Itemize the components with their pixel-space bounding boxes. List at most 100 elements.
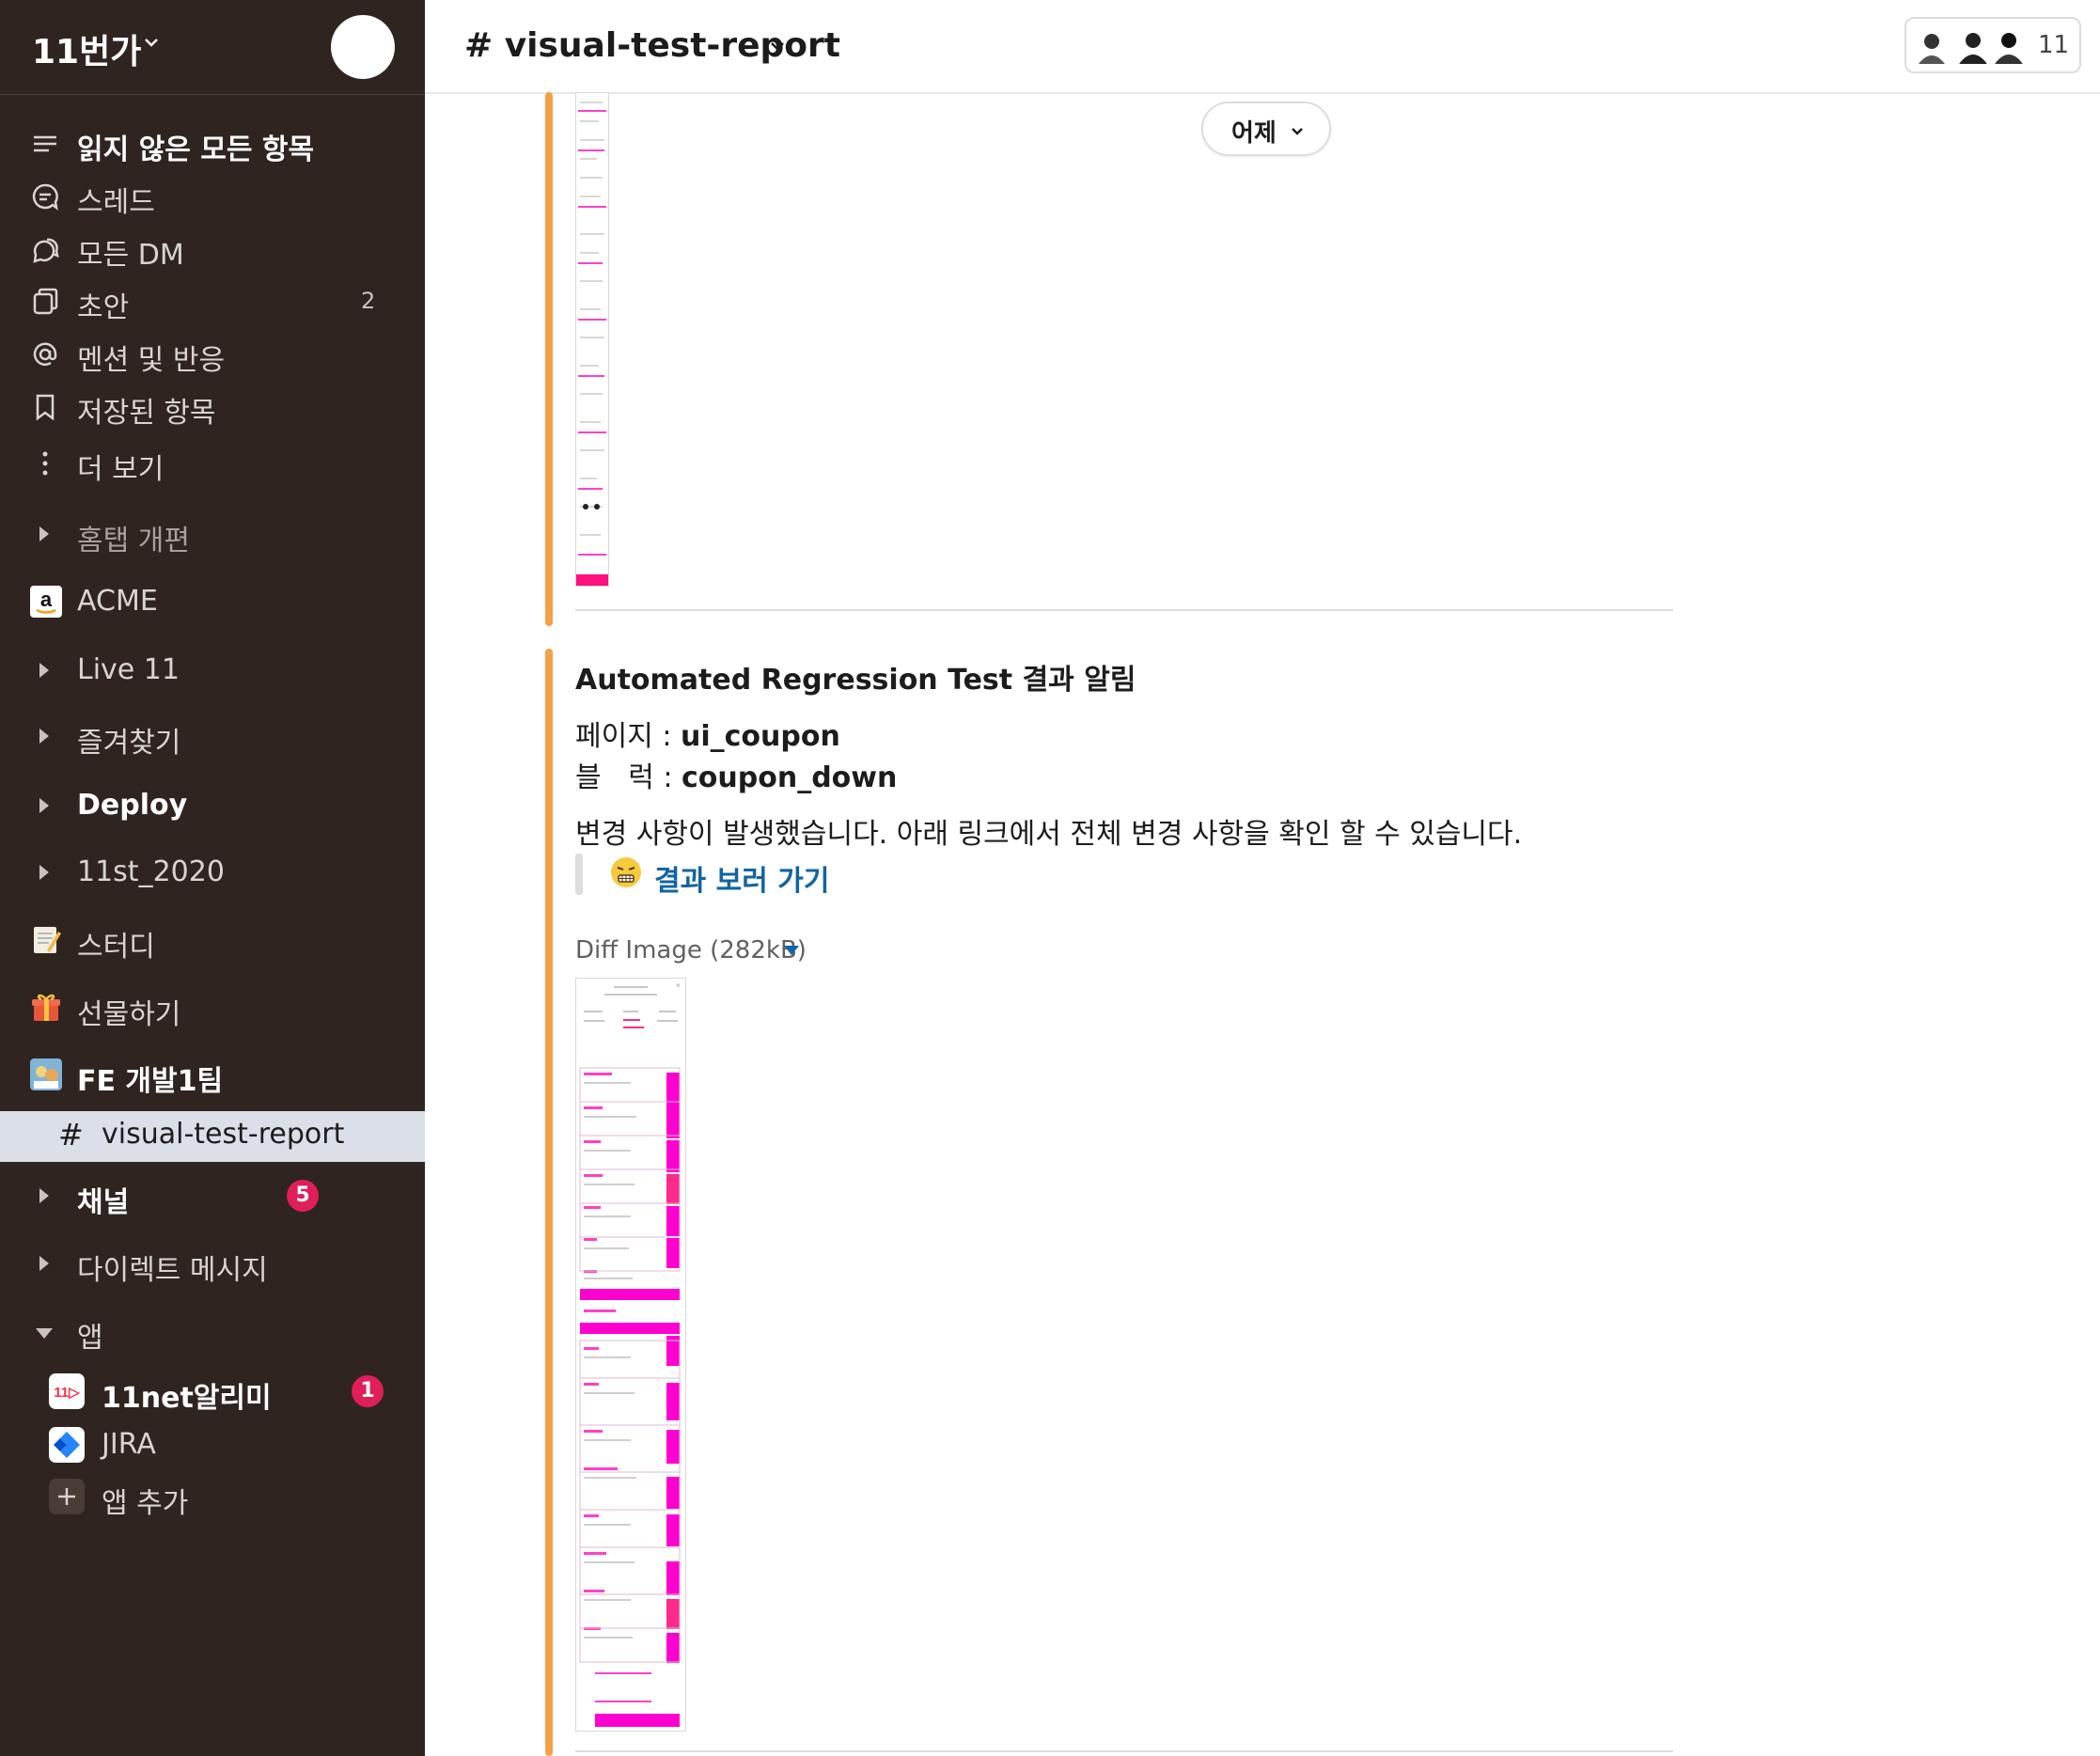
- caret-right-icon[interactable]: [39, 663, 49, 678]
- sidebar-item-label: 스레드: [77, 186, 155, 219]
- section-label: 홈탭 개편: [77, 525, 190, 557]
- block-key: 블 럭 :: [575, 761, 682, 794]
- section-live11[interactable]: Live 11: [0, 647, 425, 694]
- sidebar-item-all-dms[interactable]: 모든 DM: [0, 225, 425, 272]
- block-line: 블 럭 : coupon_down: [575, 754, 897, 795]
- member-count: 11: [2038, 31, 2070, 59]
- sidebar-item-label: 모든 DM: [77, 239, 184, 272]
- sidebar-item-label: 초안: [77, 291, 130, 324]
- memo-emoji-icon: [34, 927, 61, 953]
- app-label: 앱 추가: [102, 1487, 189, 1520]
- channel-header: # visual-test-report 11: [425, 0, 2100, 94]
- workspace-header[interactable]: 11번가: [0, 0, 425, 95]
- at-icon: [33, 342, 57, 366]
- message-title: Automated Regression Test 결과 알림: [575, 664, 1136, 697]
- chevron-down-icon: [1292, 128, 1303, 135]
- section-label: 다이렉트 메시지: [77, 1254, 268, 1287]
- page-key: 페이지 :: [575, 720, 681, 753]
- svg-text:×: ×: [676, 981, 681, 990]
- sidebar-item-label: 멘션 및 반응: [77, 344, 226, 377]
- member-list-button[interactable]: 11: [1904, 17, 2081, 73]
- app-item-jira[interactable]: JIRA: [0, 1421, 425, 1468]
- section-11st-2020[interactable]: 11st_2020: [0, 849, 425, 896]
- section-hometab[interactable]: 홈탭 개편: [0, 510, 425, 557]
- sidebar-item-drafts[interactable]: 초안 2: [0, 277, 425, 324]
- caret-right-icon[interactable]: [39, 526, 49, 541]
- attachment-accent-bar: [545, 649, 553, 1756]
- sidebar: 11번가 읽지 않은 모든 항목 스레드 모든 DM 초안 2 멘션 및 반응 …: [0, 0, 425, 1756]
- sidebar-item-more[interactable]: 더 보기: [0, 439, 425, 486]
- section-fe-team[interactable]: FE 개발1팀: [0, 1051, 425, 1098]
- block-value: coupon_down: [682, 761, 898, 794]
- gift-emoji-icon: [32, 994, 60, 1021]
- dm-icon: [33, 238, 59, 263]
- user-avatar[interactable]: [331, 15, 395, 79]
- svg-text:11▷: 11▷: [54, 1385, 81, 1401]
- caret-right-icon[interactable]: [39, 865, 49, 880]
- message-divider: [575, 1750, 1673, 1752]
- caret-down-icon[interactable]: [784, 946, 799, 955]
- drafts-count: 2: [361, 288, 376, 314]
- section-label: 스터디: [77, 931, 155, 964]
- section-label: 11st_2020: [77, 855, 225, 888]
- threads-icon: [32, 183, 58, 211]
- message-body: 변경 사항이 발생했습니다. 아래 링크에서 전체 변경 사항을 확인 할 수 …: [575, 818, 1523, 851]
- section-dms[interactable]: 다이렉트 메시지: [0, 1240, 425, 1287]
- app-item-11net[interactable]: 11▷ 11net알리미 1: [0, 1368, 425, 1415]
- diff-image[interactable]: ×: [575, 978, 686, 1732]
- 11st-app-icon: 11▷: [49, 1373, 85, 1409]
- caret-right-icon[interactable]: [39, 798, 49, 813]
- section-gift[interactable]: 선물하기: [0, 984, 425, 1031]
- bookmark-icon: [36, 394, 55, 421]
- member-avatar: [1914, 28, 1950, 64]
- member-avatar: [1955, 28, 1991, 64]
- caret-down-icon[interactable]: [36, 1328, 53, 1339]
- team-emoji-icon: [30, 1058, 62, 1090]
- member-avatar: [1991, 28, 2027, 64]
- date-divider-button[interactable]: 어제: [1201, 102, 1331, 156]
- sidebar-item-label: 읽지 않은 모든 항목: [77, 133, 315, 166]
- unread-badge: 5: [287, 1180, 319, 1212]
- channel-hash-icon: #: [58, 1117, 84, 1152]
- workspace-name[interactable]: 11번가: [32, 24, 141, 73]
- plus-icon: [49, 1479, 85, 1514]
- sidebar-item-threads[interactable]: 스레드: [0, 172, 425, 219]
- section-label: 선물하기: [77, 998, 181, 1031]
- section-study[interactable]: 스터디: [0, 917, 425, 964]
- sidebar-item-unread[interactable]: 읽지 않은 모든 항목: [0, 119, 425, 166]
- date-label: 어제: [1231, 119, 1277, 148]
- sidebar-item-visual-test-report[interactable]: # visual-test-report: [0, 1111, 425, 1162]
- previous-diff-image[interactable]: [575, 92, 609, 587]
- grimace-emoji-icon: [611, 857, 641, 887]
- section-label: ACME: [77, 585, 158, 618]
- section-label: 채널: [77, 1186, 130, 1219]
- app-label: 11net알리미: [102, 1382, 272, 1415]
- app-label: JIRA: [102, 1428, 156, 1461]
- sidebar-item-label: 저장된 항목: [77, 397, 216, 430]
- result-link[interactable]: 결과 보러 가기: [654, 857, 830, 899]
- message-divider: [575, 609, 1673, 611]
- section-favorites[interactable]: 즐겨찾기: [0, 713, 425, 760]
- amazon-icon: a: [30, 586, 62, 618]
- section-channels[interactable]: 채널 5: [0, 1172, 425, 1219]
- attachment-label[interactable]: Diff Image (282kB): [575, 936, 807, 964]
- chevron-down-icon[interactable]: [769, 38, 786, 55]
- caret-right-icon[interactable]: [39, 1256, 49, 1271]
- attachment-accent-bar: [545, 92, 553, 626]
- quote-bar: [575, 854, 583, 895]
- caret-right-icon[interactable]: [39, 1188, 49, 1203]
- unread-icon: [34, 135, 56, 152]
- chevron-down-icon[interactable]: [143, 34, 160, 51]
- sidebar-item-label: 더 보기: [77, 453, 165, 486]
- section-apps[interactable]: 앱: [0, 1308, 425, 1355]
- section-label: FE 개발1팀: [77, 1065, 224, 1098]
- add-app-button[interactable]: 앱 추가: [0, 1473, 425, 1520]
- sidebar-item-saved[interactable]: 저장된 항목: [0, 383, 425, 430]
- section-deploy[interactable]: Deploy: [0, 782, 425, 829]
- section-label: Live 11: [77, 653, 180, 686]
- drafts-icon: [33, 288, 58, 315]
- sidebar-item-mentions[interactable]: 멘션 및 반응: [0, 330, 425, 377]
- section-label: 즐겨찾기: [77, 727, 181, 760]
- section-acme[interactable]: a ACME: [0, 578, 425, 625]
- caret-right-icon[interactable]: [39, 729, 49, 744]
